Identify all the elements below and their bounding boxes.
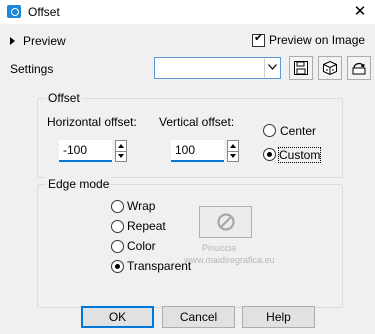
spin-down-icon[interactable]: [118, 154, 124, 158]
center-radio-label: Center: [280, 124, 317, 138]
repeat-radio[interactable]: [111, 220, 124, 233]
preview-on-image-label: Preview on Image: [269, 33, 366, 47]
vertical-offset-input[interactable]: [171, 140, 224, 162]
expand-triangle-icon: [10, 36, 15, 45]
close-icon[interactable]: ✕: [350, 2, 370, 22]
manage-presets-button[interactable]: [318, 56, 342, 80]
preview-toggle[interactable]: Preview: [10, 33, 66, 48]
checkmark-icon: ✔: [254, 32, 264, 44]
settings-dropdown[interactable]: [154, 57, 281, 79]
spin-down-icon[interactable]: [230, 154, 236, 158]
custom-radio-label: Custom: [277, 147, 322, 163]
color-radio[interactable]: [111, 240, 124, 253]
transparent-radio[interactable]: [111, 260, 124, 273]
help-button[interactable]: Help: [242, 306, 315, 328]
edge-color-swatch[interactable]: [199, 206, 252, 238]
preview-on-image-checkbox[interactable]: ✔: [252, 32, 265, 47]
title-bar: Offset ✕: [0, 0, 375, 24]
horizontal-offset-spinner[interactable]: [115, 140, 127, 162]
spin-up-icon[interactable]: [230, 144, 236, 148]
wrap-radio-label: Wrap: [127, 199, 156, 213]
horizontal-offset-input[interactable]: [59, 140, 112, 162]
color-radio-label: Color: [127, 239, 156, 253]
no-color-icon: [216, 213, 235, 231]
save-preset-icon: [294, 61, 308, 75]
watermark-url: www.maidiregrafica.eu: [184, 255, 275, 265]
settings-label: Settings: [10, 62, 54, 76]
vertical-offset-label: Vertical offset:: [159, 115, 235, 129]
manage-presets-icon: [323, 60, 337, 76]
ok-button[interactable]: OK: [81, 306, 154, 328]
offset-group-title: Offset: [46, 91, 82, 105]
window-title: Offset: [28, 5, 60, 19]
repeat-radio-label: Repeat: [127, 219, 166, 233]
reset-defaults-button[interactable]: [347, 56, 371, 80]
chevron-down-icon[interactable]: [264, 58, 280, 78]
dialog-body: Preview ✔ Preview on Image Settings Offs…: [0, 24, 375, 334]
custom-radio[interactable]: [263, 148, 276, 161]
vertical-offset-spinner[interactable]: [227, 140, 239, 162]
preview-label: Preview: [23, 33, 66, 48]
save-preset-button[interactable]: [289, 56, 313, 80]
reset-defaults-icon: [352, 62, 366, 75]
cancel-button[interactable]: Cancel: [162, 306, 235, 328]
edge-mode-group-title: Edge mode: [46, 177, 112, 191]
wrap-radio[interactable]: [111, 200, 124, 213]
transparent-radio-label: Transparent: [127, 259, 192, 273]
spin-up-icon[interactable]: [118, 144, 124, 148]
edge-mode-group: Edge mode: [37, 177, 343, 308]
center-radio[interactable]: [263, 124, 276, 137]
paint-shop-icon: [7, 5, 21, 18]
offset-group: Offset: [37, 91, 343, 178]
watermark-name: Pinuccia: [202, 243, 237, 253]
horizontal-offset-label: Horizontal offset:: [47, 115, 137, 129]
